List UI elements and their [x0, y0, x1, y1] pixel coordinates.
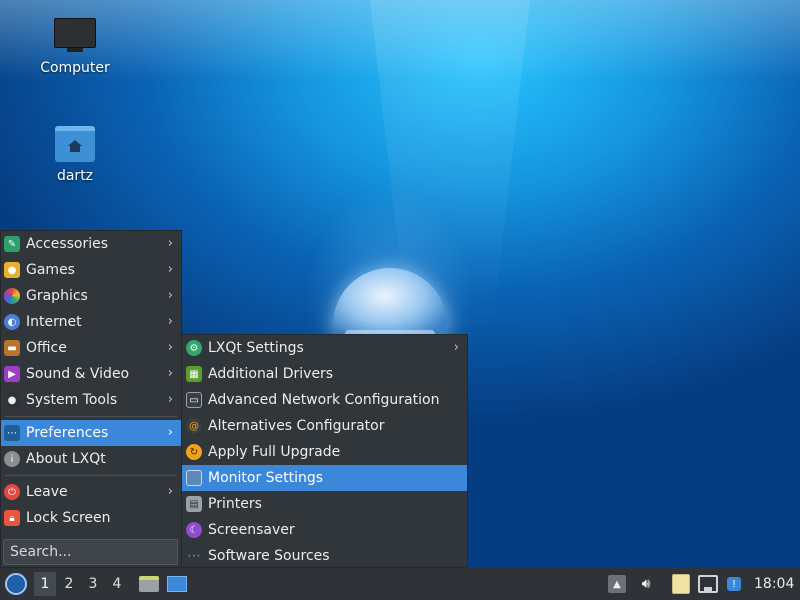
- desktop-icon-computer[interactable]: Computer: [25, 18, 125, 76]
- home-folder-icon: [55, 126, 95, 162]
- desktop-3-button[interactable]: 3: [82, 572, 104, 596]
- drivers-icon: ▦: [186, 366, 202, 382]
- chevron-right-icon: ›: [167, 392, 173, 407]
- chevron-right-icon: ›: [167, 425, 173, 440]
- volume-icon: 🔊︎: [641, 576, 651, 592]
- menu-item-monitor-settings[interactable]: Monitor Settings: [182, 465, 467, 491]
- software-sources-icon: ⋯: [186, 548, 202, 564]
- menu-item-screensaver[interactable]: ☾ Screensaver: [182, 517, 467, 543]
- show-desktop-launcher[interactable]: [166, 573, 188, 595]
- chevron-right-icon: ›: [453, 340, 459, 355]
- menu-separator: [5, 475, 177, 476]
- application-menu: ✎ Accessories › ● Games › Graphics › ◐ I…: [0, 230, 182, 568]
- menu-search-input[interactable]: [3, 539, 178, 565]
- printer-icon: ▤: [186, 496, 202, 512]
- menu-item-apply-full-upgrade[interactable]: ↻ Apply Full Upgrade: [182, 439, 467, 465]
- desktop-1-button[interactable]: 1: [34, 572, 56, 596]
- menu-item-additional-drivers[interactable]: ▦ Additional Drivers: [182, 361, 467, 387]
- desktop-switcher: 1 2 3 4: [34, 572, 130, 596]
- file-manager-launcher[interactable]: [138, 573, 160, 595]
- chevron-right-icon: ›: [167, 484, 173, 499]
- preferences-icon: ⋯: [4, 425, 20, 441]
- alternatives-icon: @: [186, 418, 202, 434]
- menu-item-graphics[interactable]: Graphics ›: [1, 283, 181, 309]
- menu-item-internet[interactable]: ◐ Internet ›: [1, 309, 181, 335]
- lubuntu-logo-icon: [5, 573, 27, 595]
- menu-item-office[interactable]: ▬ Office ›: [1, 335, 181, 361]
- taskbar: 1 2 3 4 ▲ 🔊︎ ! 18:04: [0, 568, 800, 600]
- desktop-2-button[interactable]: 2: [58, 572, 80, 596]
- menu-item-preferences[interactable]: ⋯ Preferences ›: [1, 420, 181, 446]
- upgrade-icon: ↻: [186, 444, 202, 460]
- chevron-right-icon: ›: [167, 288, 173, 303]
- games-icon: ●: [4, 262, 20, 278]
- graphics-icon: [4, 288, 20, 304]
- menu-item-alternatives-configurator[interactable]: @ Alternatives Configurator: [182, 413, 467, 439]
- menu-item-sound-video[interactable]: ▶ Sound & Video ›: [1, 361, 181, 387]
- sound-video-icon: ▶: [4, 366, 20, 382]
- menu-item-advanced-network[interactable]: ▭ Advanced Network Configuration: [182, 387, 467, 413]
- tray-volume[interactable]: 🔊︎: [636, 574, 656, 594]
- menu-item-about-lxqt[interactable]: i About LXQt: [1, 446, 181, 472]
- chevron-right-icon: ›: [167, 314, 173, 329]
- file-manager-icon: [139, 576, 159, 592]
- chevron-right-icon: ›: [167, 366, 173, 381]
- menu-separator: [5, 416, 177, 417]
- desktop-icon-home[interactable]: dartz: [25, 126, 125, 184]
- menu-item-system-tools[interactable]: ● System Tools ›: [1, 387, 181, 413]
- network-icon: ▭: [186, 392, 202, 408]
- clock[interactable]: 18:04: [754, 576, 794, 592]
- lock-icon: 🔒︎: [4, 510, 20, 526]
- desktop-icon-label: dartz: [56, 168, 94, 184]
- about-icon: i: [4, 451, 20, 467]
- menu-item-games[interactable]: ● Games ›: [1, 257, 181, 283]
- chevron-right-icon: ›: [167, 340, 173, 355]
- notification-icon: !: [727, 577, 741, 591]
- system-tools-icon: ●: [4, 392, 20, 408]
- arrow-up-icon: ▲: [613, 578, 621, 590]
- chevron-right-icon: ›: [167, 236, 173, 251]
- chevron-right-icon: ›: [167, 262, 173, 277]
- menu-item-leave[interactable]: ⏻ Leave ›: [1, 479, 181, 505]
- leave-icon: ⏻: [4, 484, 20, 500]
- menu-item-lxqt-settings[interactable]: ⚙ LXQt Settings ›: [182, 335, 467, 361]
- menu-item-lock-screen[interactable]: 🔒︎ Lock Screen: [1, 505, 181, 531]
- lxqt-settings-icon: ⚙: [186, 340, 202, 356]
- desktop-4-button[interactable]: 4: [106, 572, 128, 596]
- menu-item-accessories[interactable]: ✎ Accessories ›: [1, 231, 181, 257]
- tray-updates[interactable]: ▲: [608, 575, 626, 593]
- tray-network[interactable]: [698, 575, 718, 593]
- accessories-icon: ✎: [4, 236, 20, 252]
- desktop-icon-label: Computer: [40, 60, 110, 76]
- tray-notification[interactable]: !: [724, 575, 744, 593]
- internet-icon: ◐: [4, 314, 20, 330]
- office-icon: ▬: [4, 340, 20, 356]
- computer-icon: [54, 18, 96, 54]
- menu-item-printers[interactable]: ▤ Printers: [182, 491, 467, 517]
- screensaver-icon: ☾: [186, 522, 202, 538]
- menu-item-software-sources[interactable]: ⋯ Software Sources: [182, 543, 467, 569]
- main-menu-button[interactable]: [0, 568, 32, 600]
- monitor-icon: [186, 470, 202, 486]
- tray-clipboard[interactable]: [672, 574, 690, 594]
- show-desktop-icon: [167, 576, 187, 592]
- network-wired-icon: [704, 587, 712, 591]
- preferences-submenu: ⚙ LXQt Settings › ▦ Additional Drivers ▭…: [181, 334, 468, 568]
